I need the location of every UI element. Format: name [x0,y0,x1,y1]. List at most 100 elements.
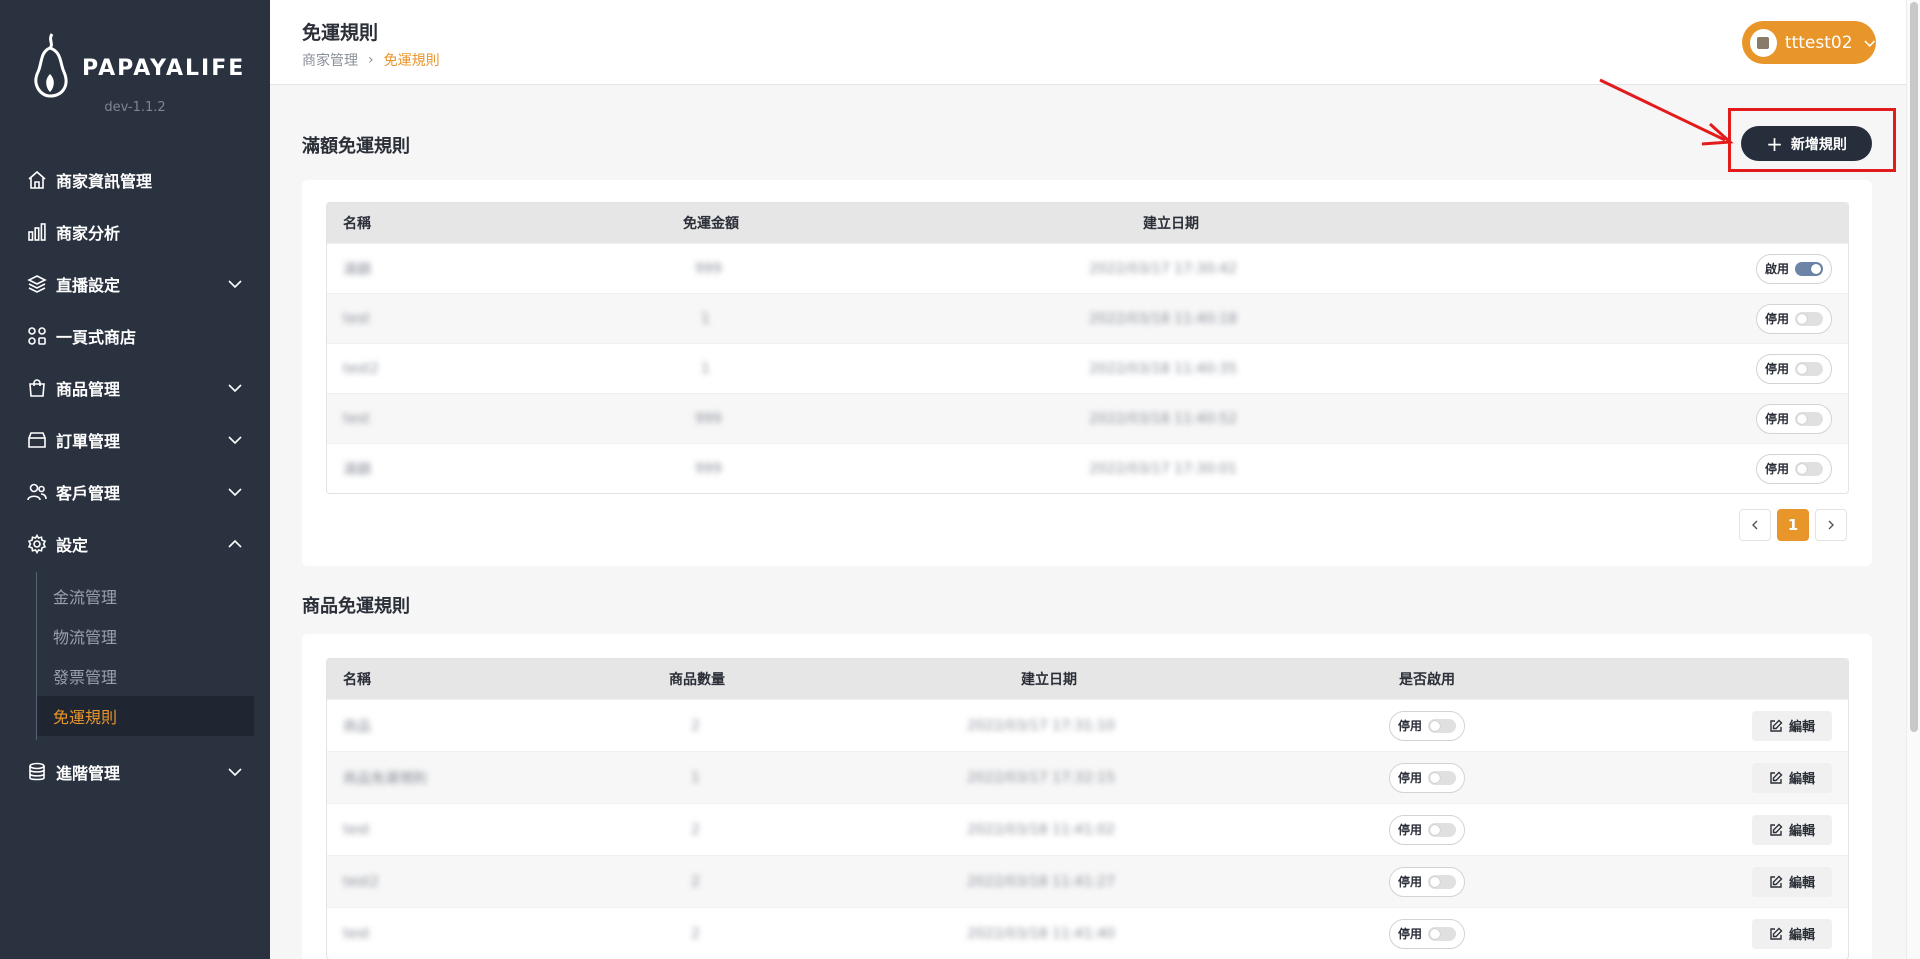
sidebar-item-label: 進階管理 [56,764,121,783]
sidebar-subitem-invoice[interactable]: 發票管理 [37,656,254,696]
row-date: 2022/03/17 17:30:42 [1089,260,1238,277]
status-label: 停用 [1398,823,1423,837]
edit-button[interactable]: 編輯 [1752,918,1832,949]
edit-button[interactable]: 編輯 [1752,814,1832,845]
chevron-down-icon [228,436,242,445]
amount-rules-title: 滿額免運規則 [302,136,410,157]
brand-name: PAPAYALIFE [82,55,246,81]
scrollbar-thumb[interactable] [1910,2,1918,732]
sidebar-item-analytics[interactable]: 商家分析 [0,206,270,258]
row-date: 2022/03/17 17:32:15 [967,769,1116,786]
sidebar-subitem-free-shipping[interactable]: 免運規則 [37,696,254,736]
edit-label: 編輯 [1788,928,1815,943]
table-header: 名稱 免運金額 建立日期 [327,203,1848,243]
status-label: 停用 [1398,771,1423,785]
sidebar-item-settings[interactable]: 設定 [0,518,270,570]
row-qty: 1 [691,769,700,786]
status-toggle[interactable]: 啟用 [1755,253,1832,284]
database-icon [26,761,48,783]
row-name: test2 [343,360,379,377]
row-name: test [343,410,370,427]
col-name: 名稱 [343,672,371,688]
edit-button[interactable]: 編輯 [1752,710,1832,741]
edit-icon [1770,823,1783,836]
breadcrumb-current: 免運規則 [383,53,440,69]
row-name: test2 [343,873,379,890]
row-amount: 1 [701,310,710,327]
row-date: 2022/03/17 17:31:10 [967,717,1116,734]
edit-button[interactable]: 編輯 [1752,762,1832,793]
box-icon [26,429,48,451]
sidebar-item-one-page-store[interactable]: 一頁式商店 [0,310,270,362]
sidebar-item-live-settings[interactable]: 直播設定 [0,258,270,310]
chevron-down-icon [228,280,242,289]
status-toggle[interactable]: 停用 [1755,453,1832,484]
sidebar-item-products[interactable]: 商品管理 [0,362,270,414]
row-amount: 999 [695,410,722,427]
sidebar-item-label: 商品管理 [56,380,121,399]
sidebar-subitem-logistics[interactable]: 物流管理 [37,616,254,656]
status-label: 停用 [1764,362,1789,376]
toggle-switch [1795,411,1823,426]
sidebar: PAPAYALIFE dev-1.1.2 商家資訊管理 商家分析 直播設定 一頁… [0,0,270,959]
page-scrollbar[interactable] [1906,0,1920,959]
col-created-date: 建立日期 [1021,672,1077,688]
row-date: 2022/03/18 11:40:52 [1089,410,1238,427]
toggle-switch [1428,874,1457,889]
version-label: dev-1.1.2 [104,100,166,115]
row-amount: 999 [695,260,722,277]
chevron-down-icon [1863,40,1875,47]
sidebar-item-label: 商家分析 [56,224,121,243]
table-row: test2 2 2022/03/18 11:41:27 停用 編輯 [327,855,1848,907]
toggle-switch [1795,461,1823,476]
status-toggle[interactable]: 停用 [1389,814,1466,845]
sidebar-item-orders[interactable]: 訂單管理 [0,414,270,466]
status-toggle[interactable]: 停用 [1755,303,1832,334]
sidebar-item-merchant-info[interactable]: 商家資訊管理 [0,154,270,206]
row-name: test [343,821,370,838]
toggle-switch [1428,718,1457,733]
grid-icon [26,325,48,347]
row-date: 2022/03/18 11:41:02 [967,821,1116,838]
status-toggle[interactable]: 停用 [1389,918,1466,949]
edit-icon [1770,719,1783,732]
table-row: test 999 2022/03/18 11:40:52 停用 [327,393,1848,443]
shopping-bag-icon [26,377,48,399]
toggle-switch [1795,311,1823,326]
gear-icon [26,533,48,555]
add-rule-button[interactable]: + 新增規則 [1741,126,1872,161]
status-toggle[interactable]: 停用 [1755,403,1832,434]
layers-icon [26,273,48,295]
plus-icon: + [1766,131,1783,156]
sidebar-subitem-payment[interactable]: 金流管理 [37,576,254,616]
edit-icon [1770,927,1783,940]
table-row: test 2 2022/03/18 11:41:40 停用 編輯 [327,907,1848,959]
row-qty: 2 [691,925,700,942]
brand-logo[interactable]: PAPAYALIFE [30,30,245,100]
status-toggle[interactable]: 停用 [1389,762,1466,793]
user-menu-button[interactable]: tttest02 [1742,21,1876,64]
product-rules-card: 名稱 商品數量 建立日期 是否啟用 商品 2 2022/03/17 17:31:… [302,634,1872,959]
status-toggle[interactable]: 停用 [1389,710,1466,741]
status-toggle[interactable]: 停用 [1389,866,1466,897]
status-toggle[interactable]: 停用 [1755,353,1832,384]
prev-page-button[interactable] [1739,509,1771,541]
row-name: 商品 [343,718,371,735]
toggle-switch [1795,361,1823,376]
chevron-down-icon [228,488,242,497]
row-name: 滿額 [343,461,371,478]
toggle-switch [1795,261,1823,276]
edit-button[interactable]: 編輯 [1752,866,1832,897]
table-row: 滿額 999 2022/03/17 17:30:01 停用 [327,443,1848,493]
papaya-logo-icon [34,33,68,98]
table-row: test 2 2022/03/18 11:41:02 停用 編輯 [327,803,1848,855]
next-page-button[interactable] [1815,509,1847,541]
sidebar-item-label: 訂單管理 [56,432,121,451]
sidebar-item-advanced[interactable]: 進階管理 [0,746,270,798]
sidebar-item-customers[interactable]: 客戶管理 [0,466,270,518]
breadcrumb-item[interactable]: 商家管理 [302,50,358,70]
home-icon [26,169,48,191]
row-qty: 2 [691,873,700,890]
page-number-button[interactable]: 1 [1777,509,1809,541]
row-date: 2022/03/18 11:40:35 [1089,360,1238,377]
